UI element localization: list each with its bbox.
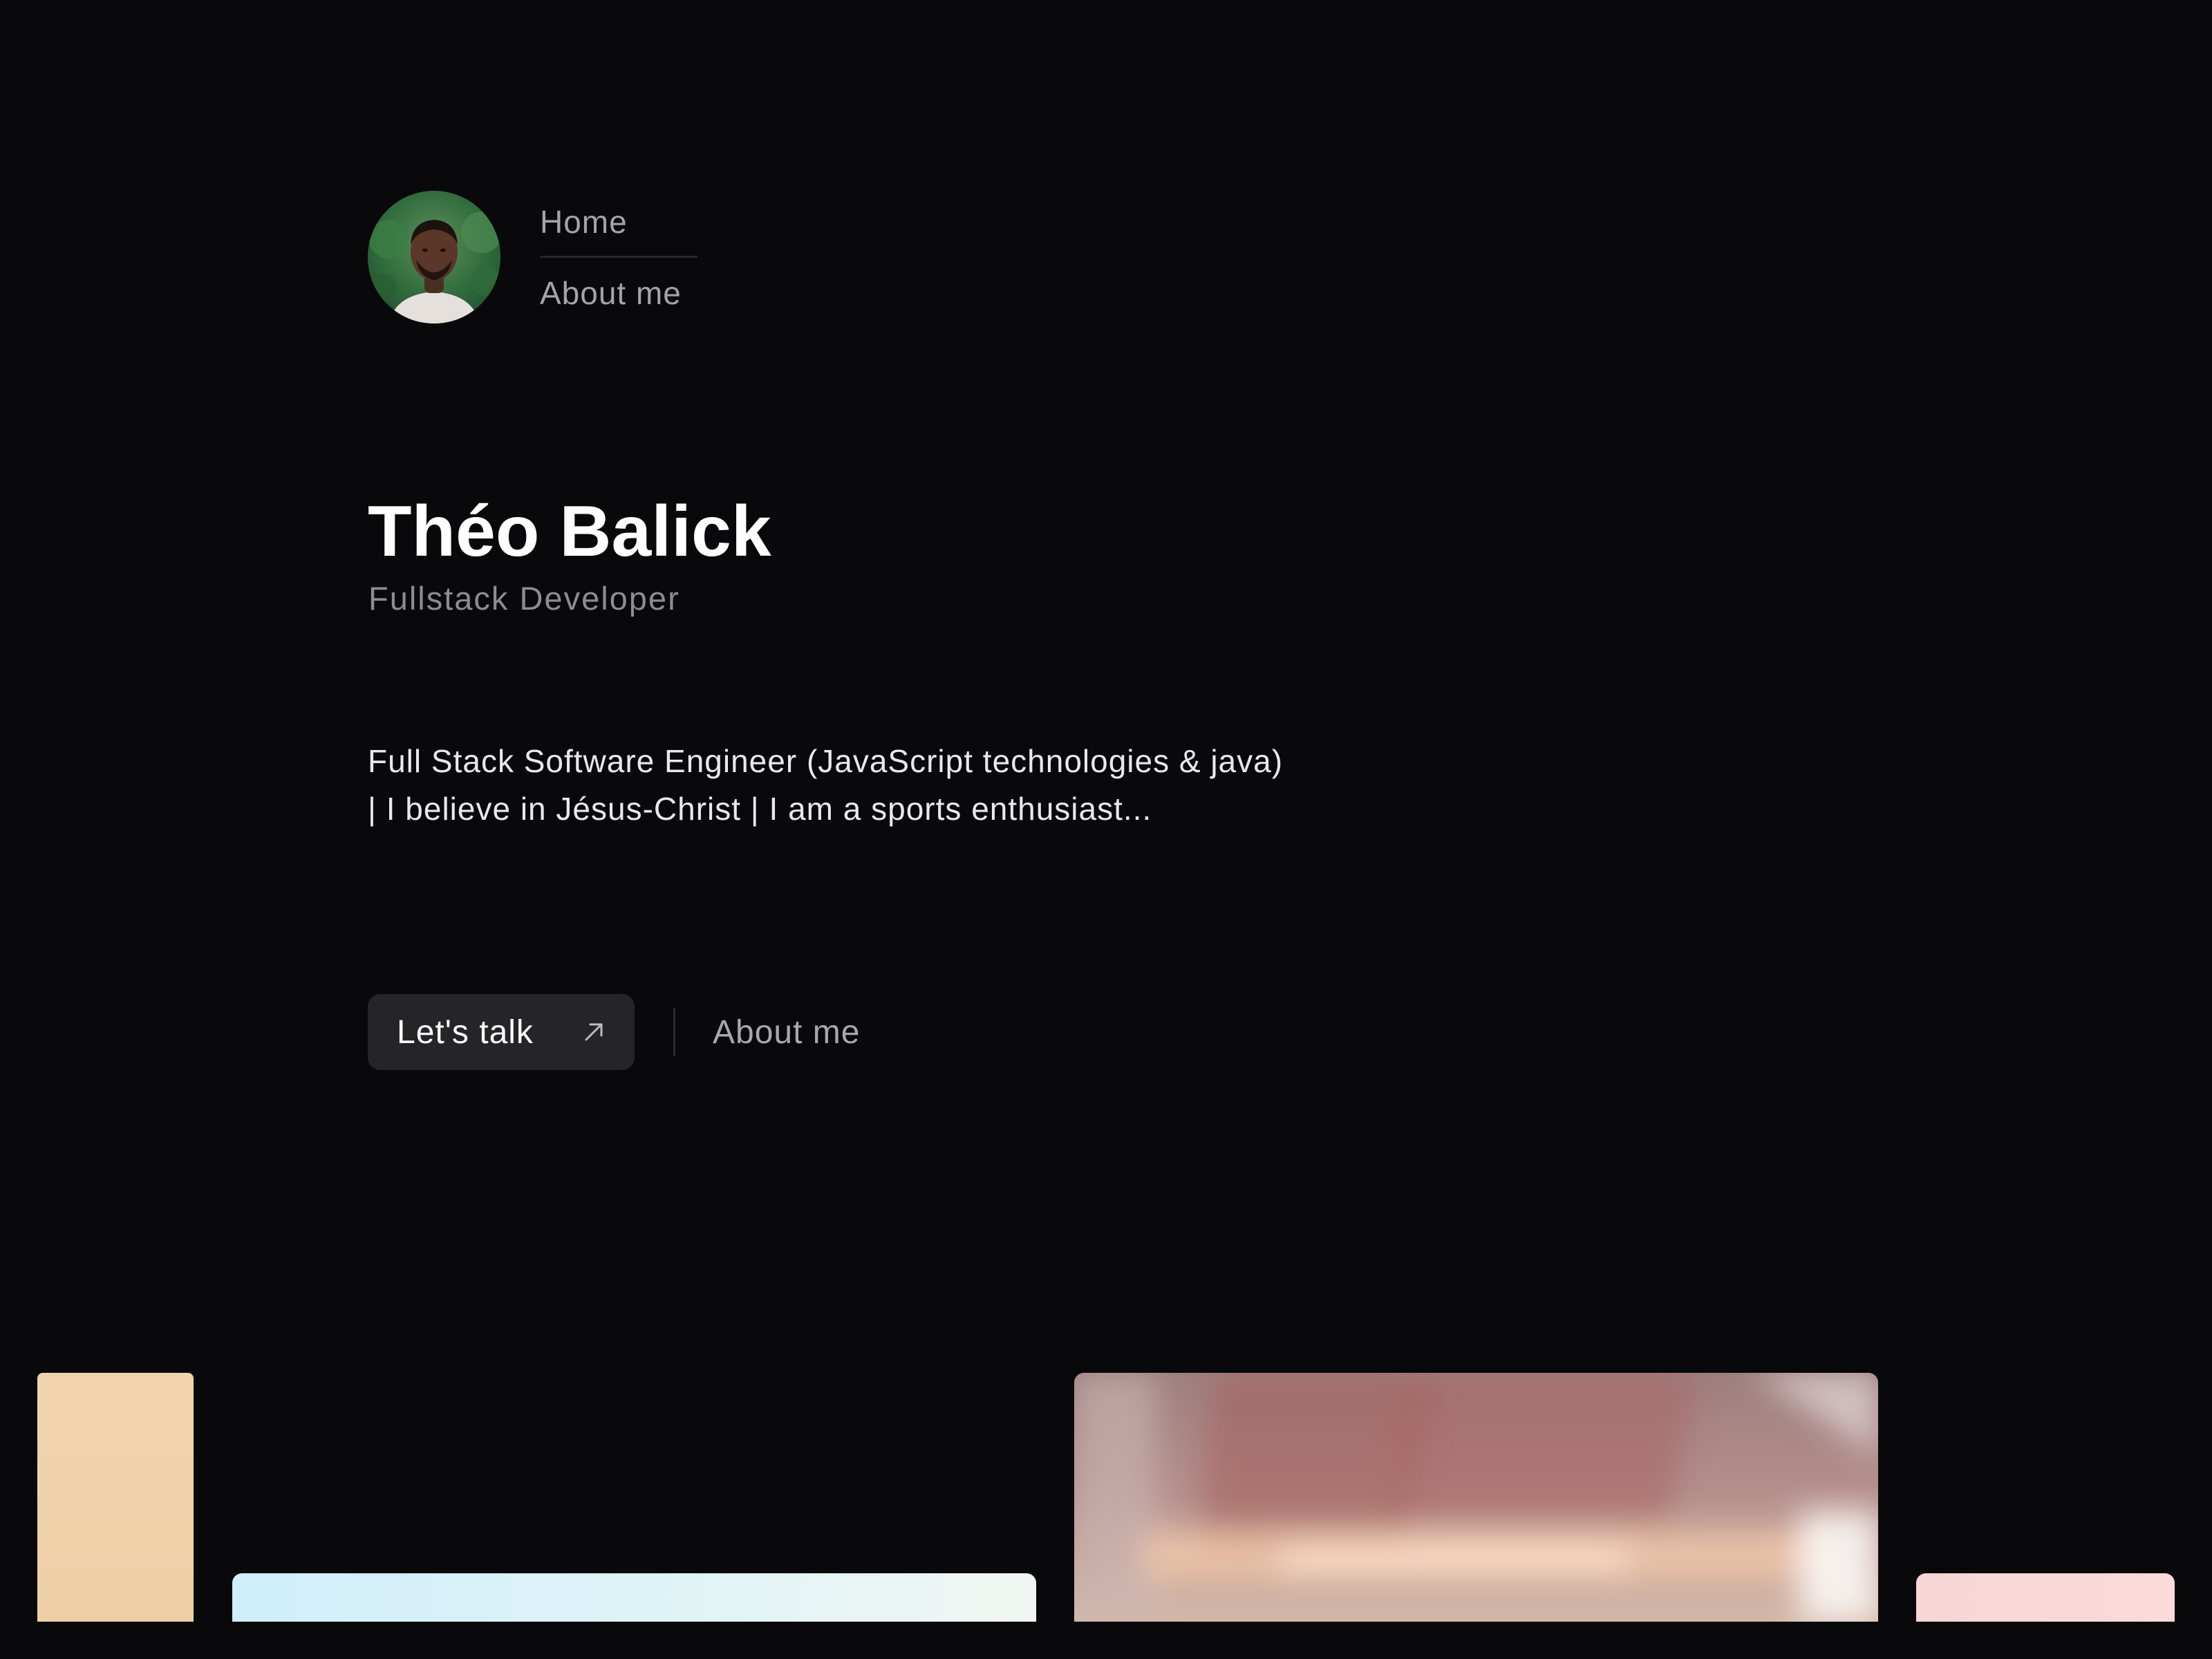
hero-role: Fullstack Developer	[368, 580, 680, 617]
gallery-card-3[interactable]	[1074, 1373, 1878, 1622]
gallery-card-4[interactable]	[1916, 1573, 2175, 1622]
main-nav: Home About me	[540, 206, 697, 309]
nav-item-about[interactable]: About me	[540, 277, 697, 309]
avatar[interactable]	[368, 191, 500, 324]
nav-item-home[interactable]: Home	[540, 206, 697, 256]
gallery-card-2[interactable]	[232, 1573, 1036, 1622]
gallery-image-3	[1074, 1373, 1878, 1622]
about-me-link[interactable]: About me	[713, 1013, 860, 1051]
nav-divider	[540, 255, 697, 258]
hero-name: Théo Balick	[368, 491, 771, 572]
lets-talk-label: Let's talk	[397, 1013, 534, 1051]
gallery-card-1[interactable]	[37, 1373, 194, 1622]
avatar-image	[368, 191, 500, 324]
hero-bio: Full Stack Software Engineer (JavaScript…	[368, 743, 1284, 827]
hero-actions: Let's talk About me	[368, 994, 860, 1070]
arrow-up-right-icon	[582, 1020, 606, 1044]
lets-talk-button[interactable]: Let's talk	[368, 994, 635, 1070]
actions-divider	[673, 1008, 675, 1056]
site-header: Home About me	[368, 190, 697, 324]
